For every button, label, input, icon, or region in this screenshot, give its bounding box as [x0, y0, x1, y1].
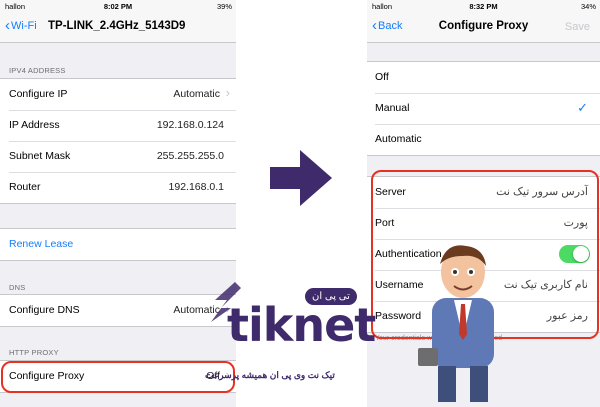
mode-label: Off [375, 71, 389, 83]
renew-lease-label: Renew Lease [9, 238, 74, 250]
configure-dns-row[interactable]: Configure DNS Automatic › [0, 295, 236, 326]
nav-bar: ‹ Wi-Fi TP-LINK_2.4GHz_5143D9 [0, 12, 236, 43]
proxy-mode-group: Off Manual ✓ Automatic [367, 61, 600, 156]
status-bar: hallon 8:32 PM 34% [367, 0, 600, 12]
brand-watermark: تی پی ان tiknet تیک نت وی پی ان همیشه پر… [205, 268, 415, 393]
highlight-outline [1, 361, 235, 393]
row-label: Configure IP [9, 88, 68, 100]
page-title: TP-LINK_2.4GHz_5143D9 [48, 20, 186, 32]
mascot-illustration [418, 245, 494, 402]
row-value: Automatic [173, 88, 220, 100]
row-label: Subnet Mask [9, 150, 71, 162]
status-bar: hallon 8:02 PM 39% [0, 0, 236, 12]
row-value: 255.255.255.0 [156, 150, 224, 162]
logo-wordmark: tiknet [227, 298, 376, 352]
renew-lease-group: Renew Lease [0, 228, 236, 261]
http-proxy-section-header: HTTP PROXY [9, 348, 59, 357]
row-label: Configure DNS [9, 304, 80, 316]
nav-bar: ‹ Back Configure Proxy Save [367, 12, 600, 43]
chevron-left-icon: ‹ [5, 16, 10, 34]
ip-address-row: IP Address 192.168.0.124 [0, 110, 236, 141]
clock: 8:32 PM [469, 2, 498, 11]
mode-label: Automatic [375, 133, 422, 145]
dns-section-header: DNS [9, 283, 26, 292]
mode-label: Manual [375, 102, 410, 114]
row-value: 192.168.0.124 [156, 119, 224, 131]
renew-lease-button[interactable]: Renew Lease [0, 229, 236, 260]
configure-ip-row[interactable]: Configure IP Automatic › [0, 79, 236, 110]
ipv4-group: Configure IP Automatic › IP Address 192.… [0, 78, 236, 204]
mode-manual-row[interactable]: Manual ✓ [367, 93, 600, 124]
row-label: IP Address [9, 119, 60, 131]
row-label: Router [9, 181, 41, 193]
checkmark-icon: ✓ [577, 100, 588, 115]
battery-level: 39% [216, 2, 232, 11]
row-value: 192.168.0.1 [168, 181, 224, 193]
chevron-right-icon: › [225, 85, 230, 100]
battery-level: 34% [580, 2, 596, 11]
wifi-details-screen: hallon 8:02 PM 39% ‹ Wi-Fi TP-LINK_2.4GH… [0, 0, 236, 407]
back-label: Wi-Fi [11, 20, 37, 32]
save-button[interactable]: Save [565, 21, 590, 33]
back-button[interactable]: ‹ Wi-Fi [5, 16, 37, 34]
clock: 8:02 PM [103, 2, 133, 11]
router-row: Router 192.168.0.1 [0, 172, 236, 203]
arrow-right-icon [270, 150, 332, 206]
ipv4-section-header: IPV4 ADDRESS [9, 66, 66, 75]
subnet-mask-row: Subnet Mask 255.255.255.0 [0, 141, 236, 172]
mode-off-row[interactable]: Off [367, 62, 600, 93]
dns-group: Configure DNS Automatic › [0, 294, 236, 327]
mode-automatic-row[interactable]: Automatic [367, 124, 600, 155]
brand-tagline: تیک نت وی پی ان همیشه پرسرعت [205, 370, 335, 380]
